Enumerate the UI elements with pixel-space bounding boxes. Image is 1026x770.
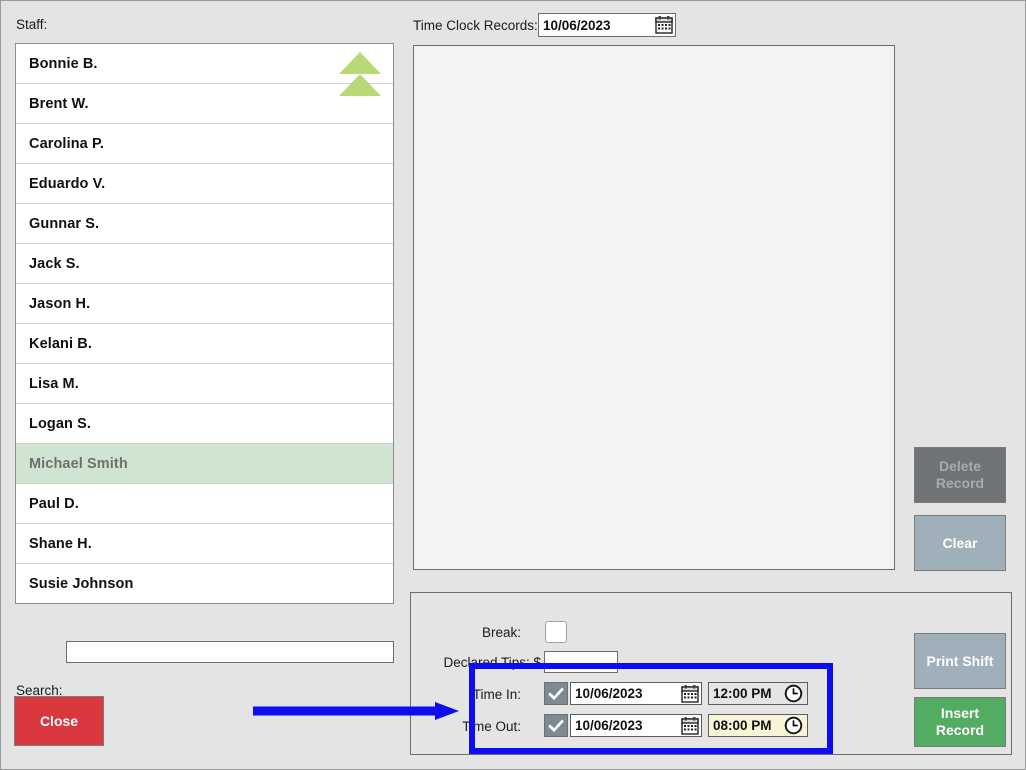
staff-list-item[interactable]: Kelani B. bbox=[16, 324, 393, 364]
break-checkbox[interactable] bbox=[545, 621, 567, 643]
staff-list-item[interactable]: Jack S. bbox=[16, 244, 393, 284]
delete-record-label-line2: Record bbox=[935, 475, 985, 491]
staff-list-item[interactable]: Michael Smith bbox=[16, 444, 393, 484]
declared-tips-input[interactable] bbox=[544, 651, 618, 673]
clear-button[interactable]: Clear bbox=[914, 515, 1006, 571]
time-out-date-field[interactable]: 10/06/2023 bbox=[570, 714, 702, 737]
insert-record-label-line1: Insert bbox=[940, 705, 980, 722]
clock-icon[interactable] bbox=[784, 716, 803, 735]
time-out-checkbox[interactable] bbox=[544, 714, 568, 737]
staff-list-item[interactable]: Logan S. bbox=[16, 404, 393, 444]
insert-record-button[interactable]: Insert Record bbox=[914, 697, 1006, 747]
time-in-date-field[interactable]: 10/06/2023 bbox=[570, 682, 702, 705]
time-out-time-value: 08:00 PM bbox=[713, 718, 772, 733]
search-input[interactable] bbox=[66, 641, 394, 663]
calendar-icon[interactable] bbox=[681, 716, 699, 736]
time-in-date-value: 10/06/2023 bbox=[575, 686, 643, 701]
calendar-icon[interactable] bbox=[681, 684, 699, 704]
staff-label: Staff: bbox=[16, 17, 48, 32]
staff-list-item[interactable]: Lisa M. bbox=[16, 364, 393, 404]
time-in-time-field[interactable]: 12:00 PM bbox=[708, 682, 808, 705]
staff-list-item[interactable]: Shane H. bbox=[16, 524, 393, 564]
staff-list-item[interactable]: Bonnie B. bbox=[16, 44, 393, 84]
declared-tips-label: Declared Tips: $ bbox=[443, 655, 541, 670]
staff-list-item[interactable]: Gunnar S. bbox=[16, 204, 393, 244]
delete-record-label-line1: Delete bbox=[938, 458, 981, 475]
time-clock-window: Staff: Bonnie B. Brent W. Carolina P. Eduar… bbox=[0, 0, 1026, 770]
checkmark-icon bbox=[548, 719, 564, 732]
time-out-date-value: 10/06/2023 bbox=[575, 718, 643, 733]
staff-list-item[interactable]: Susie Johnson bbox=[16, 564, 393, 603]
time-out-time-field[interactable]: 08:00 PM bbox=[708, 714, 808, 737]
time-out-label: Time Out: bbox=[462, 719, 521, 734]
checkmark-icon bbox=[548, 687, 564, 700]
time-in-label: Time In: bbox=[472, 687, 521, 702]
records-list-panel[interactable] bbox=[413, 45, 895, 570]
records-date-field[interactable]: 10/06/2023 bbox=[538, 13, 676, 37]
staff-list-item[interactable]: Brent W. bbox=[16, 84, 393, 124]
staff-list-item[interactable]: Eduardo V. bbox=[16, 164, 393, 204]
staff-list-item[interactable]: Paul D. bbox=[16, 484, 393, 524]
time-clock-records-label: Time Clock Records: bbox=[413, 18, 538, 33]
staff-list[interactable]: Bonnie B. Brent W. Carolina P. Eduardo V. Gu… bbox=[15, 43, 394, 604]
records-date-value: 10/06/2023 bbox=[543, 17, 611, 33]
time-in-time-value: 12:00 PM bbox=[713, 686, 772, 701]
staff-list-item[interactable]: Carolina P. bbox=[16, 124, 393, 164]
clock-icon[interactable] bbox=[784, 684, 803, 703]
time-in-checkbox[interactable] bbox=[544, 682, 568, 705]
delete-record-button[interactable]: Delete Record bbox=[914, 447, 1006, 503]
print-shift-button[interactable]: Print Shift bbox=[914, 633, 1006, 689]
calendar-icon[interactable] bbox=[655, 15, 673, 35]
break-label: Break: bbox=[481, 625, 521, 640]
close-button[interactable]: Close bbox=[14, 696, 104, 746]
staff-list-item[interactable]: Jason H. bbox=[16, 284, 393, 324]
insert-record-label-line2: Record bbox=[935, 722, 985, 738]
